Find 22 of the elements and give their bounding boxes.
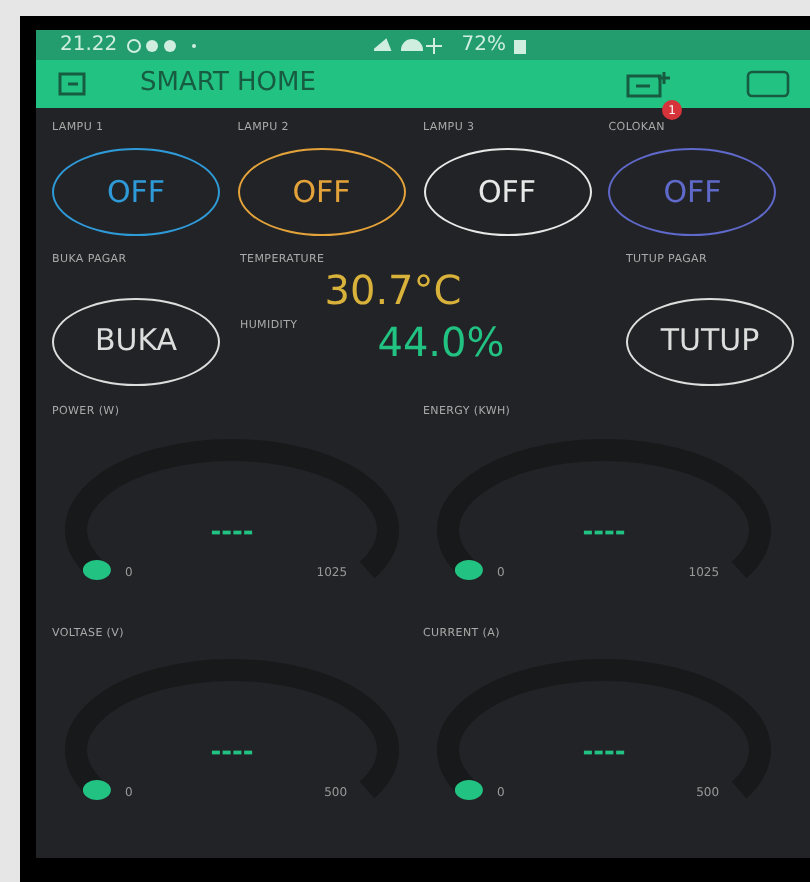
status-time: 21.22 [60,32,118,60]
device-icon[interactable] [626,72,670,99]
gauge-value: ---- [581,737,625,768]
humidity-value: 44.0% [377,321,505,362]
gauge-indicator [453,779,482,800]
switch-button[interactable]: OFF [423,148,591,237]
gauge-indicator [82,559,111,579]
battery-percent: 72% [461,32,506,60]
battery-icon [514,37,526,53]
open-gate-button[interactable]: BUKA [52,297,220,385]
gauge-value: ---- [210,517,254,547]
temperature-value: 30.7°C [324,269,462,309]
switch-button[interactable]: OFF [237,148,406,237]
app-title: SMART HOME [140,66,316,103]
gauge-indicator [82,779,111,800]
gauge-value: ---- [210,737,254,768]
gauge-value: ---- [581,517,625,547]
window-icon[interactable] [746,70,790,98]
switch-button[interactable]: OFF [52,148,220,237]
gauge-indicator [453,559,482,579]
exit-icon[interactable] [56,70,92,98]
close-gate-button[interactable]: TUTUP [626,297,794,385]
